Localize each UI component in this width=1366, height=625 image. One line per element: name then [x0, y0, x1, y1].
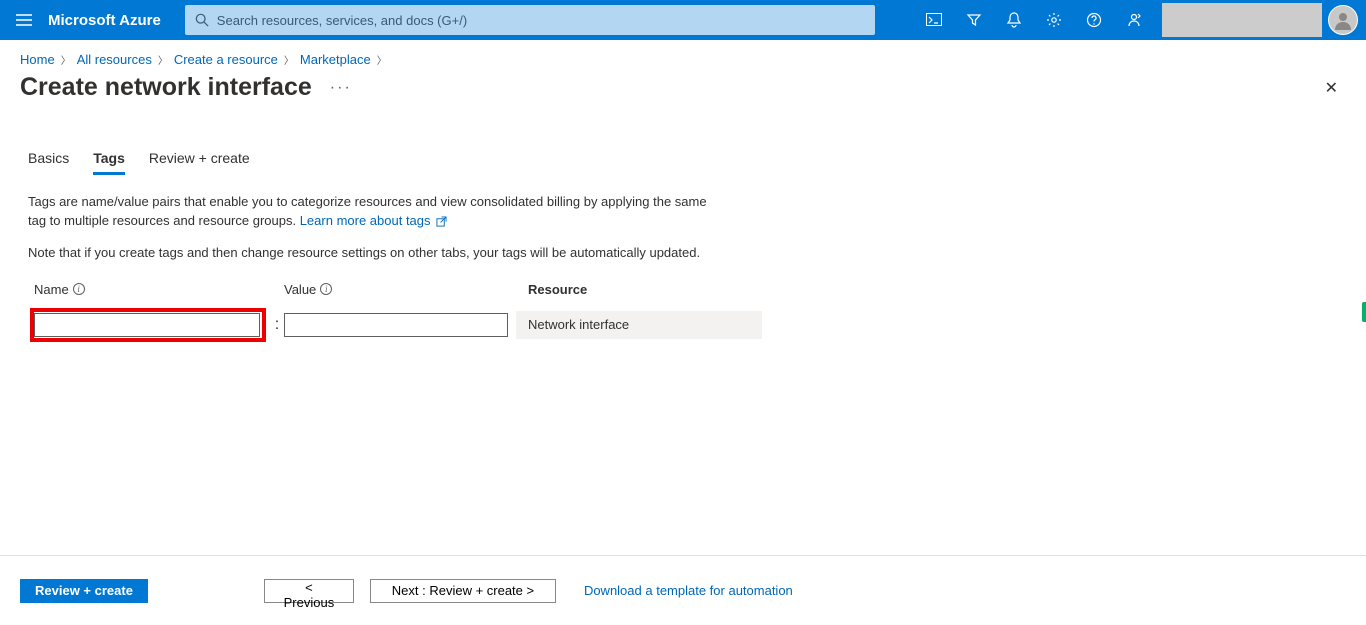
cloud-shell-icon[interactable] — [914, 0, 954, 40]
top-bar: Microsoft Azure — [0, 0, 1366, 40]
learn-more-link[interactable]: Learn more about tags — [300, 213, 447, 228]
header-name: Name i — [34, 282, 266, 297]
directory-filter-icon[interactable] — [954, 0, 994, 40]
download-template-link[interactable]: Download a template for automation — [584, 583, 793, 598]
tag-row: : Network interface — [34, 311, 1366, 339]
search-input[interactable] — [217, 13, 865, 28]
menu-icon[interactable] — [0, 0, 48, 40]
external-link-icon — [436, 216, 447, 227]
feedback-icon[interactable] — [1114, 0, 1154, 40]
tag-name-input[interactable] — [34, 313, 260, 337]
tags-note: Note that if you create tags and then ch… — [0, 231, 800, 260]
review-create-button[interactable]: Review + create — [20, 579, 148, 603]
close-icon[interactable]: ✕ — [1325, 78, 1338, 98]
previous-button[interactable]: < Previous — [264, 579, 354, 603]
header-resource: Resource — [528, 282, 764, 297]
more-icon[interactable]: ··· — [330, 79, 352, 97]
tab-basics[interactable]: Basics — [28, 150, 69, 175]
crumb-marketplace[interactable]: Marketplace — [300, 52, 371, 67]
next-button[interactable]: Next : Review + create > — [370, 579, 556, 603]
page-title: Create network interface — [20, 73, 312, 102]
account-box[interactable] — [1162, 3, 1322, 37]
info-icon[interactable]: i — [73, 283, 85, 295]
avatar[interactable] — [1328, 5, 1358, 35]
tag-resource-cell: Network interface — [516, 311, 762, 339]
brand-label[interactable]: Microsoft Azure — [48, 12, 185, 29]
notifications-icon[interactable] — [994, 0, 1034, 40]
tags-description: Tags are name/value pairs that enable yo… — [0, 175, 740, 231]
crumb-create-resource[interactable]: Create a resource — [174, 52, 278, 67]
side-tab-indicator[interactable] — [1362, 302, 1366, 322]
chevron-right-icon: 〉 — [61, 52, 71, 67]
search-icon — [195, 13, 209, 27]
crumb-all-resources[interactable]: All resources — [77, 52, 152, 67]
info-icon[interactable]: i — [320, 283, 332, 295]
tags-header-row: Name i Value i Resource — [34, 282, 1366, 297]
tab-tags[interactable]: Tags — [93, 150, 125, 175]
breadcrumb: Home 〉 All resources 〉 Create a resource… — [0, 40, 1366, 67]
search-box[interactable] — [185, 5, 875, 35]
chevron-right-icon: 〉 — [284, 52, 294, 67]
crumb-home[interactable]: Home — [20, 52, 55, 67]
chevron-right-icon: 〉 — [158, 52, 168, 67]
header-value: Value i — [284, 282, 510, 297]
chevron-right-icon: 〉 — [377, 52, 387, 67]
search-wrap — [185, 5, 875, 35]
tab-review-create[interactable]: Review + create — [149, 150, 250, 175]
tag-value-input[interactable] — [284, 313, 508, 337]
footer: Review + create < Previous Next : Review… — [0, 555, 1366, 625]
help-icon[interactable] — [1074, 0, 1114, 40]
title-row: Create network interface ··· ✕ — [0, 67, 1366, 102]
tags-table: Name i Value i Resource : Network interf… — [34, 282, 1366, 339]
tabs: Basics Tags Review + create — [0, 102, 1366, 175]
settings-icon[interactable] — [1034, 0, 1074, 40]
colon-separator: : — [270, 316, 284, 334]
top-icons — [914, 0, 1366, 40]
